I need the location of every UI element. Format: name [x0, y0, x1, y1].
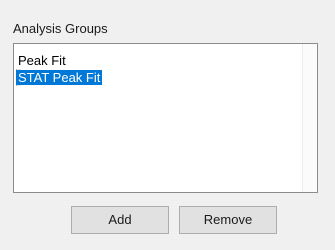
list-item-stat-peak-fit[interactable]: STAT Peak Fit — [16, 69, 103, 86]
list-item-label: Peak Fit — [18, 53, 66, 68]
analysis-groups-listbox[interactable]: Peak Fit STAT Peak Fit — [13, 43, 318, 193]
add-button[interactable]: Add — [71, 206, 169, 234]
list-item-label: STAT Peak Fit — [16, 70, 103, 85]
vertical-scrollbar[interactable] — [302, 44, 317, 192]
analysis-groups-label: Analysis Groups — [13, 21, 108, 36]
remove-button[interactable]: Remove — [179, 206, 277, 234]
list-item-peak-fit[interactable]: Peak Fit — [18, 52, 66, 69]
analysis-groups-list: Peak Fit STAT Peak Fit — [14, 44, 303, 192]
